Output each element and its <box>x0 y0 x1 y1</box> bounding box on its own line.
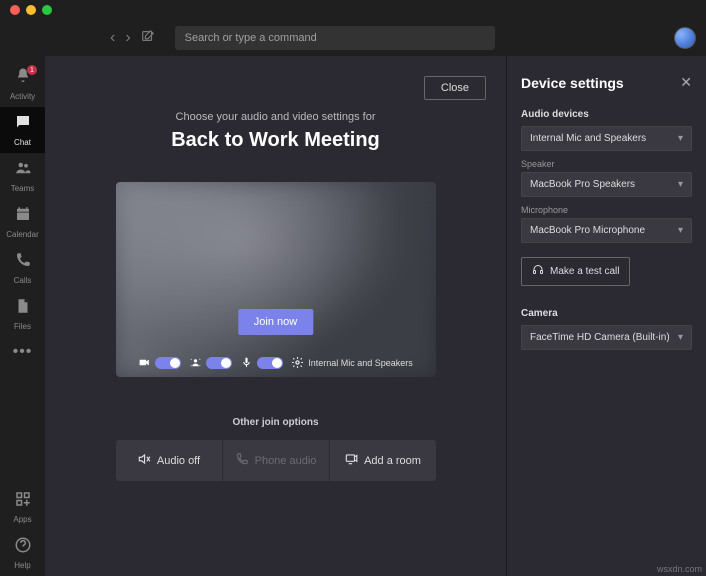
room-icon <box>344 452 358 469</box>
titlebar <box>0 0 706 20</box>
compose-icon[interactable] <box>141 29 155 48</box>
more-icon: ••• <box>13 343 33 361</box>
mic-icon <box>240 356 253 369</box>
nav-forward-icon[interactable]: › <box>125 29 130 47</box>
activity-badge: 1 <box>27 65 37 75</box>
avatar[interactable] <box>674 27 696 49</box>
search-input[interactable]: Search or type a command <box>175 26 495 50</box>
topbar: ‹ › Search or type a command <box>0 20 706 56</box>
sidebar-more[interactable]: ••• <box>0 337 45 367</box>
join-pane: Close Choose your audio and video settin… <box>45 56 506 576</box>
window-close-icon[interactable] <box>10 5 20 15</box>
video-toggle[interactable] <box>155 357 181 369</box>
sidebar-item-activity[interactable]: 1 Activity <box>0 61 45 107</box>
video-icon <box>138 356 151 369</box>
camera-select[interactable]: FaceTime HD Camera (Built-in) ▾ <box>521 325 692 350</box>
close-button[interactable]: Close <box>424 76 486 100</box>
sidebar-item-label: Help <box>14 561 30 570</box>
sidebar-item-calendar[interactable]: Calendar <box>0 199 45 245</box>
sidebar-item-calls[interactable]: Calls <box>0 245 45 291</box>
audio-devices-label: Audio devices <box>521 109 692 120</box>
speaker-off-icon <box>137 452 151 469</box>
files-icon <box>14 297 32 320</box>
device-settings-link[interactable]: Internal Mic and Speakers <box>291 356 413 369</box>
camera-label: Camera <box>521 308 692 319</box>
phone-icon <box>235 452 249 469</box>
watermark: wsxdn.com <box>657 564 702 574</box>
sidebar-item-label: Calendar <box>6 230 38 239</box>
settings-title: Device settings <box>521 75 624 91</box>
teams-icon <box>14 159 32 182</box>
speaker-label: Speaker <box>521 159 692 169</box>
sidebar-item-label: Chat <box>14 138 31 147</box>
sidebar-item-label: Activity <box>10 92 35 101</box>
chat-icon <box>14 113 32 136</box>
window-maximize-icon[interactable] <box>42 5 52 15</box>
chevron-down-icon: ▾ <box>678 225 683 236</box>
sidebar-item-chat[interactable]: Chat <box>0 107 45 153</box>
blur-toggle[interactable] <box>206 357 232 369</box>
gear-icon <box>291 356 304 369</box>
apps-icon <box>14 490 32 513</box>
sidebar-item-files[interactable]: Files <box>0 291 45 337</box>
audio-device-select[interactable]: Internal Mic and Speakers ▾ <box>521 126 692 151</box>
sidebar: 1 Activity Chat Teams Calendar Calls <box>0 56 45 576</box>
other-options-label: Other join options <box>232 417 318 428</box>
audio-off-button[interactable]: Audio off <box>116 440 222 481</box>
chevron-down-icon: ▾ <box>678 133 683 144</box>
sidebar-item-help[interactable]: Help <box>0 530 45 576</box>
calls-icon <box>14 251 32 274</box>
sidebar-item-label: Teams <box>11 184 35 193</box>
calendar-icon <box>14 205 32 228</box>
sidebar-item-label: Apps <box>13 515 31 524</box>
sidebar-item-teams[interactable]: Teams <box>0 153 45 199</box>
phone-audio-button[interactable]: Phone audio <box>222 440 329 481</box>
video-preview: Join now <box>116 182 436 377</box>
sidebar-item-label: Calls <box>14 276 32 285</box>
sidebar-item-apps[interactable]: Apps <box>0 484 45 530</box>
device-link-text: Internal Mic and Speakers <box>308 358 413 368</box>
microphone-select[interactable]: MacBook Pro Microphone ▾ <box>521 218 692 243</box>
pretitle: Choose your audio and video settings for <box>176 111 376 123</box>
content: Close Choose your audio and video settin… <box>45 56 706 576</box>
meeting-title: Back to Work Meeting <box>171 129 380 152</box>
search-placeholder: Search or type a command <box>185 32 317 44</box>
chevron-down-icon: ▾ <box>678 332 683 343</box>
join-now-button[interactable]: Join now <box>238 309 313 335</box>
mic-toggle[interactable] <box>257 357 283 369</box>
help-icon <box>14 536 32 559</box>
speaker-select[interactable]: MacBook Pro Speakers ▾ <box>521 172 692 197</box>
test-call-button[interactable]: Make a test call <box>521 257 630 286</box>
window-minimize-icon[interactable] <box>26 5 36 15</box>
headset-icon <box>532 264 544 279</box>
blur-icon <box>189 356 202 369</box>
nav-back-icon[interactable]: ‹ <box>110 29 115 47</box>
close-icon[interactable]: ✕ <box>680 74 692 91</box>
chevron-down-icon: ▾ <box>678 179 683 190</box>
add-room-button[interactable]: Add a room <box>329 440 436 481</box>
device-settings-pane: Device settings ✕ Audio devices Internal… <box>506 56 706 576</box>
microphone-label: Microphone <box>521 205 692 215</box>
sidebar-item-label: Files <box>14 322 31 331</box>
